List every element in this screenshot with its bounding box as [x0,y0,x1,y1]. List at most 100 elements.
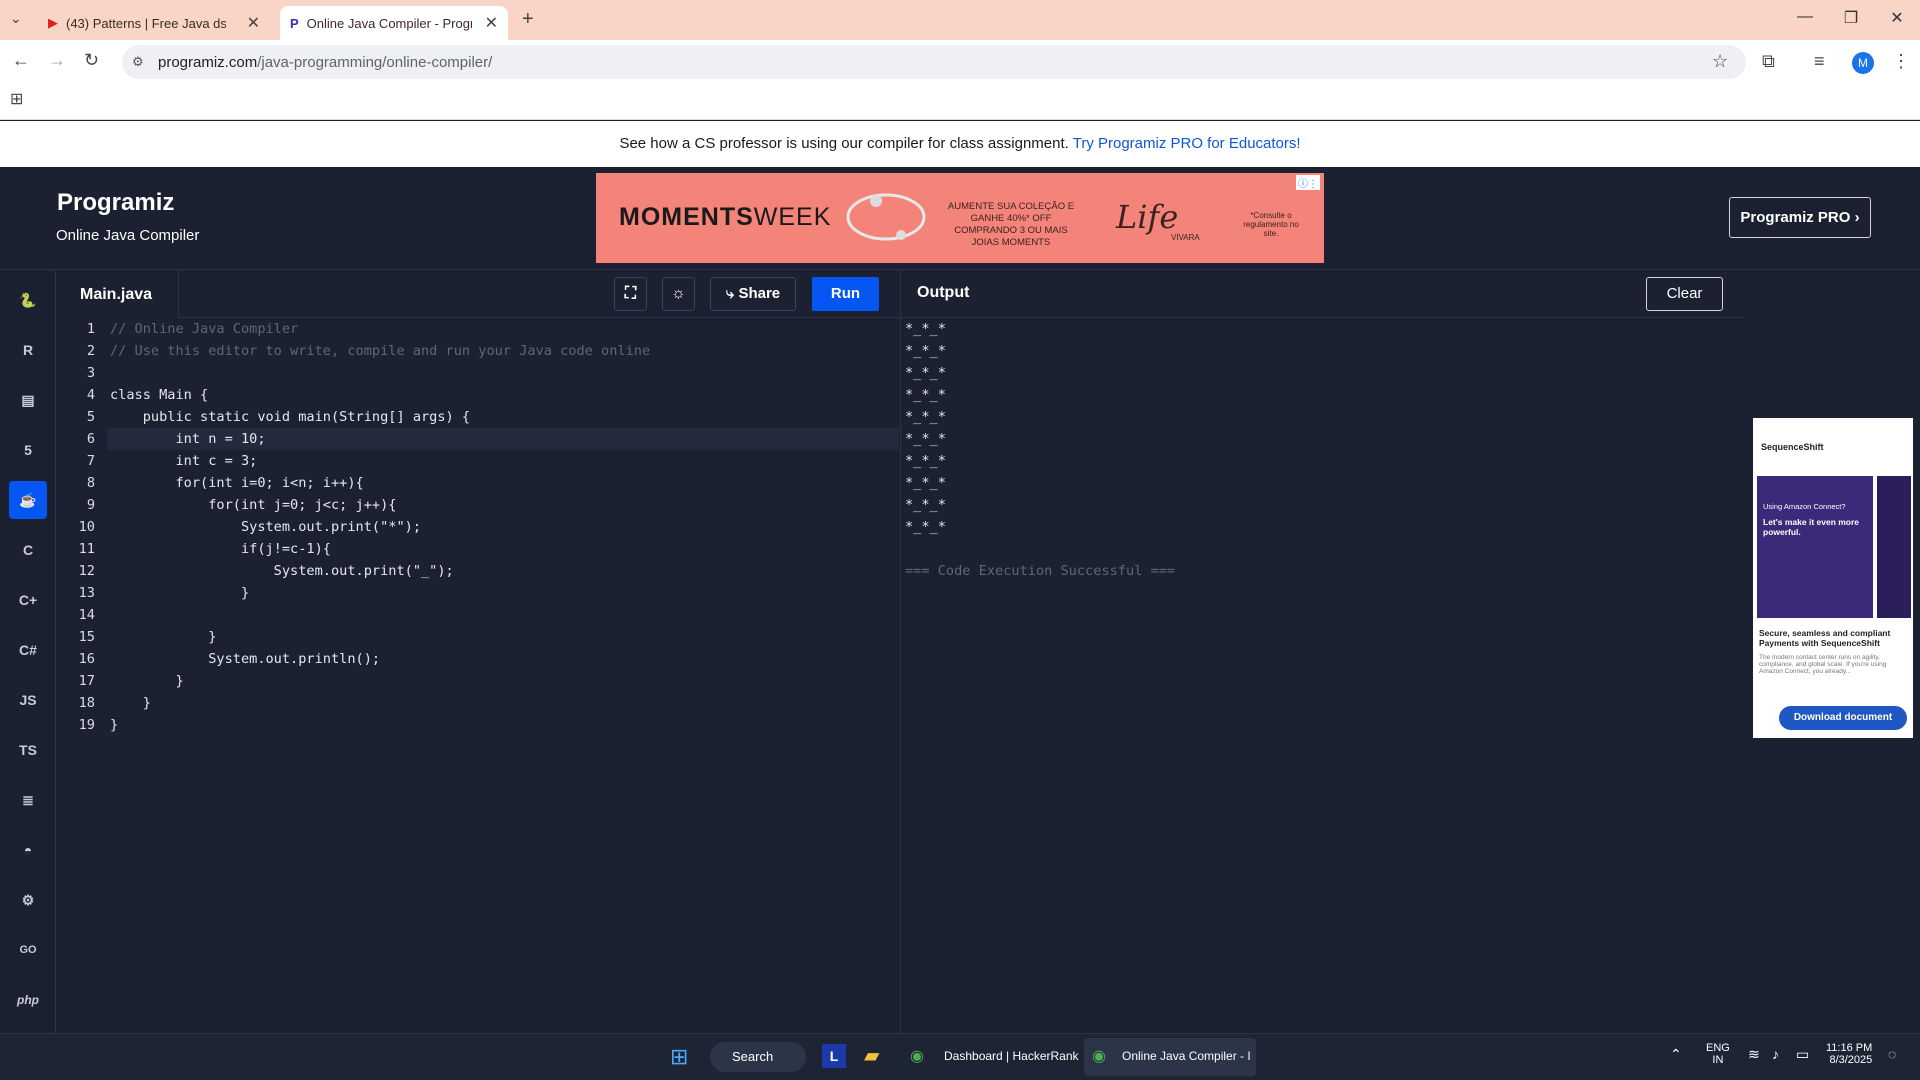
output-line: *_*_* [905,453,946,469]
tab-search-chevron-icon[interactable]: ⌄ [10,10,22,27]
extensions-icon[interactable]: ⧉ [1762,51,1775,72]
battery-icon[interactable]: ▭ [1796,1046,1809,1063]
reload-icon[interactable]: ↻ [84,50,99,71]
banner-ad[interactable]: MOMENTSWEEK AUMENTE SUA COLEÇÃO E GANHE … [596,173,1324,263]
apps-grid-icon[interactable]: ⊞ [10,89,23,109]
code-line: for(int i=0; i<n; i++){ [110,475,364,491]
code-line: System.out.println(); [110,651,381,667]
code-line: } [110,585,250,601]
tab-youtube[interactable]: ▶ (43) Patterns | Free Java dsa cou ✕ [38,6,270,40]
cpp-icon[interactable]: C+ [9,581,47,619]
minimize-icon[interactable]: — [1790,8,1820,26]
run-button[interactable]: Run [812,277,879,311]
download-document-button[interactable]: Download document [1779,706,1907,730]
fullscreen-icon[interactable]: ⛶ [614,277,647,311]
taskbar-search[interactable]: Search [710,1042,806,1072]
wifi-icon[interactable]: ≋ [1748,1046,1760,1063]
clock[interactable]: 11:16 PM 8/3/2025 [1826,1042,1872,1066]
chrome-icon: ◉ [1092,1048,1106,1065]
output-line: *_*_* [905,475,946,491]
csharp-icon[interactable]: C# [9,631,47,669]
chrome-icon[interactable]: ◉ [910,1046,924,1066]
promo-banner: See how a CS professor is using our comp… [0,121,1920,167]
site-info-icon[interactable]: ⚙ [132,54,144,70]
educators-link[interactable]: Try Programiz PRO for Educators! [1073,135,1301,152]
file-explorer-icon[interactable]: ▰ [864,1043,879,1068]
forward-icon[interactable]: → [48,50,66,71]
output-line: *_*_* [905,497,946,513]
output-line: *_*_* [905,409,946,425]
output-header [900,271,1744,318]
page-subtitle: Online Java Compiler [56,227,200,244]
output-console: *_*_* *_*_* *_*_* *_*_* *_*_* *_*_* *_*_… [900,318,1744,1033]
tray-overflow-icon[interactable]: ⌃ [1670,1046,1682,1063]
windows-start-icon[interactable]: ⊞ [670,1044,688,1070]
language-sidebar: 🐍 R ▤ 5 ☕ C C+ C# JS TS ≣ ◓ ⚙ GO php [0,271,56,1033]
app-l-icon[interactable]: L [822,1044,846,1068]
code-line: System.out.print("*"); [110,519,421,535]
volume-icon[interactable]: ♪ [1772,1046,1779,1062]
tab-programiz[interactable]: P Online Java Compiler - Programiz ✕ [280,6,508,40]
file-tab-main-java[interactable]: Main.java [57,271,179,318]
execution-status: === Code Execution Successful === [905,563,1176,579]
bookmarks-bar [0,80,1920,120]
share-icon: ⤷ [725,285,739,302]
code-line: class Main { [110,387,209,403]
output-line: *_*_* [905,365,946,381]
ad-creative: Using Amazon Connect? Let's make it even… [1757,476,1873,618]
back-icon[interactable]: ← [12,50,30,71]
output-line: *_*_* [905,321,946,337]
share-button[interactable]: ⤷ Share [710,277,796,311]
programiz-pro-button[interactable]: Programiz PRO › [1729,197,1871,238]
code-line: // Online Java Compiler [110,321,299,337]
php-icon[interactable]: php [9,981,47,1019]
ad-carousel-next[interactable] [1877,476,1911,618]
code-line: public static void main(String[] args) { [110,409,471,425]
code-line: } [110,695,151,711]
programiz-favicon-icon: P [290,15,299,31]
bookmark-star-icon[interactable]: ☆ [1712,51,1728,72]
youtube-icon: ▶ [48,15,58,30]
output-line: *_*_* [905,519,946,535]
close-tab-icon[interactable]: ✕ [485,13,498,33]
taskbar-app-compiler: Online Java Compiler - I [1122,1049,1251,1063]
html-icon[interactable]: 5 [9,431,47,469]
python-icon[interactable]: 🐍 [9,281,47,319]
go-icon[interactable]: GO [9,931,47,969]
media-control-icon[interactable]: ≡ [1814,51,1825,72]
code-editor[interactable]: 1 2 3 4 5 6 7 8 9 10 11 12 13 14 15 16 1… [57,318,899,1033]
javascript-icon[interactable]: JS [9,681,47,719]
restore-icon[interactable]: ❐ [1836,8,1866,28]
output-title: Output [917,284,970,301]
typescript-icon[interactable]: TS [9,731,47,769]
rust-icon[interactable]: ⚙ [9,881,47,919]
swift-icon[interactable]: ◓ [9,831,47,869]
input-language[interactable]: ENG IN [1706,1042,1730,1066]
adchoices-icon[interactable]: ⓘ⋮ [1296,175,1320,190]
code-line: } [110,717,119,733]
notification-icon[interactable]: ◌ [1888,1046,1896,1062]
code-line: if(j!=c-1){ [110,541,331,557]
kotlin-icon[interactable]: ≣ [9,781,47,819]
taskbar-app-hackerrank[interactable]: Dashboard | HackerRank [944,1049,1079,1063]
close-tab-icon[interactable]: ✕ [247,13,260,33]
new-tab-icon[interactable]: + [522,8,534,31]
close-window-icon[interactable]: ✕ [1882,8,1912,28]
code-line: } [110,673,184,689]
side-ad[interactable]: SequenceShift Using Amazon Connect? Let'… [1753,418,1913,738]
java-icon[interactable]: ☕ [9,481,47,519]
url-text[interactable]: programiz.com/java-programming/online-co… [158,54,492,71]
code-line: // Use this editor to write, compile and… [110,343,651,359]
clear-button[interactable]: Clear [1646,277,1723,311]
sql-icon[interactable]: ▤ [9,381,47,419]
profile-avatar[interactable]: M [1852,52,1874,74]
chrome-menu-icon[interactable]: ⋮ [1892,51,1910,72]
r-icon[interactable]: R [9,331,47,369]
c-icon[interactable]: C [9,531,47,569]
code-line: System.out.print("_"); [110,563,454,579]
code-line: for(int j=0; j<c; j++){ [110,497,397,513]
programiz-logo[interactable]: Programiz [57,189,174,217]
code-line: int n = 10; [110,431,266,447]
theme-toggle-icon[interactable]: ☼ [662,277,695,311]
sequenceshift-brand: SequenceShift [1761,442,1824,452]
